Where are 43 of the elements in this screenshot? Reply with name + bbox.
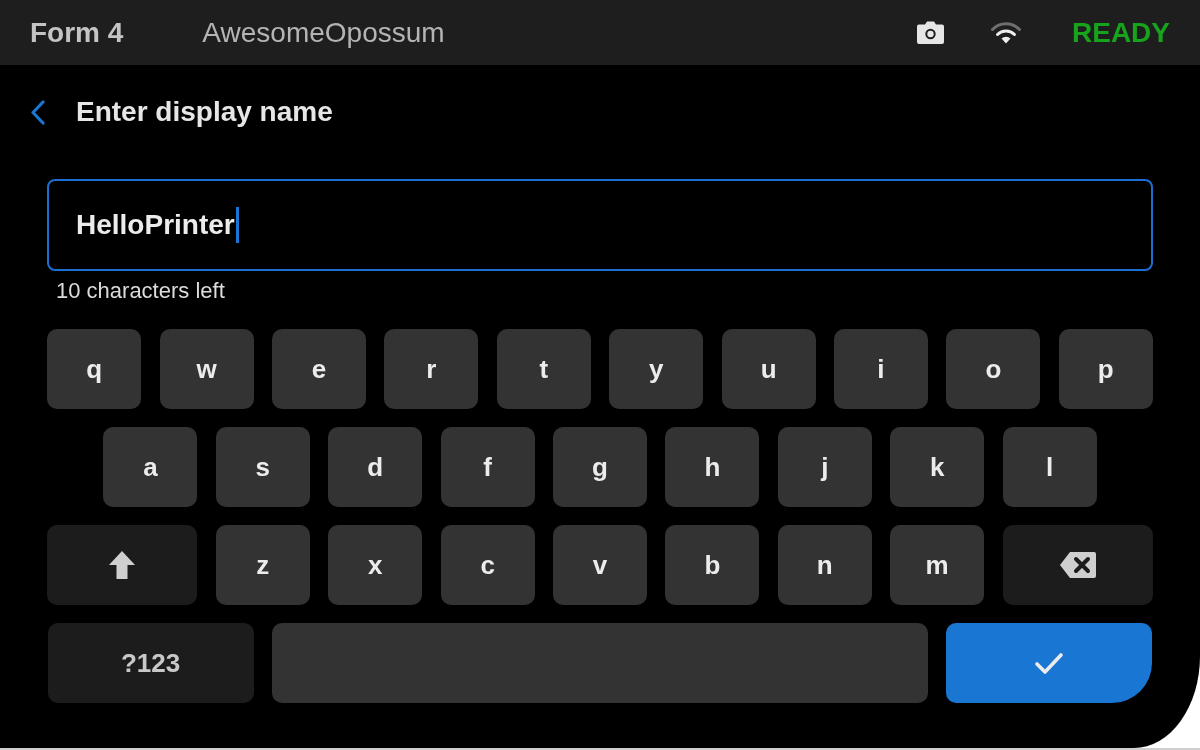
letter-key[interactable]: x — [328, 525, 423, 605]
letter-key[interactable]: o — [946, 329, 1041, 409]
printer-name: AwesomeOpossum — [202, 18, 445, 47]
letter-key[interactable]: w — [159, 329, 254, 409]
letter-key[interactable]: z — [215, 525, 310, 605]
page-title: Enter display name — [76, 98, 333, 126]
letter-key[interactable]: k — [890, 427, 985, 507]
printer-model-label: Form 4 — [30, 18, 124, 47]
display-name-input-field[interactable]: HelloPrinter — [47, 179, 1153, 271]
backspace-key[interactable] — [1002, 525, 1153, 605]
letter-key[interactable]: u — [721, 329, 816, 409]
letter-key[interactable]: t — [496, 329, 591, 409]
letter-key[interactable]: s — [215, 427, 310, 507]
enter-key[interactable] — [946, 623, 1153, 703]
letter-key[interactable]: e — [272, 329, 366, 409]
letter-key[interactable]: g — [553, 427, 647, 507]
letter-key[interactable]: i — [833, 329, 928, 409]
backspace-icon — [1058, 551, 1097, 579]
letter-key[interactable]: n — [777, 525, 872, 605]
letter-key[interactable]: v — [553, 525, 647, 605]
letter-key[interactable]: l — [1002, 427, 1097, 507]
letter-key[interactable]: p — [1058, 329, 1153, 409]
letter-key[interactable]: f — [440, 427, 535, 507]
letter-key[interactable]: c — [440, 525, 535, 605]
letter-key[interactable]: j — [777, 427, 872, 507]
letter-key[interactable]: d — [328, 427, 423, 507]
wifi-icon — [991, 21, 1021, 44]
letter-key[interactable]: h — [665, 427, 760, 507]
back-chevron-icon[interactable] — [30, 99, 45, 125]
text-cursor-icon — [235, 207, 239, 243]
letter-key[interactable]: a — [103, 427, 198, 507]
letter-key[interactable]: b — [665, 525, 760, 605]
symbols-key[interactable]: ?123 — [47, 623, 254, 703]
letter-key[interactable]: r — [384, 329, 479, 409]
letter-key[interactable]: q — [47, 329, 142, 409]
checkmark-icon — [1034, 651, 1065, 675]
up-arrow-icon — [108, 550, 137, 580]
camera-icon — [917, 21, 944, 44]
ready-status-label: READY — [1072, 18, 1170, 47]
letter-key[interactable]: m — [890, 525, 985, 605]
characters-left-hint: 10 characters left — [56, 278, 225, 303]
shift-key[interactable] — [47, 525, 198, 605]
letter-key[interactable]: y — [609, 329, 704, 409]
